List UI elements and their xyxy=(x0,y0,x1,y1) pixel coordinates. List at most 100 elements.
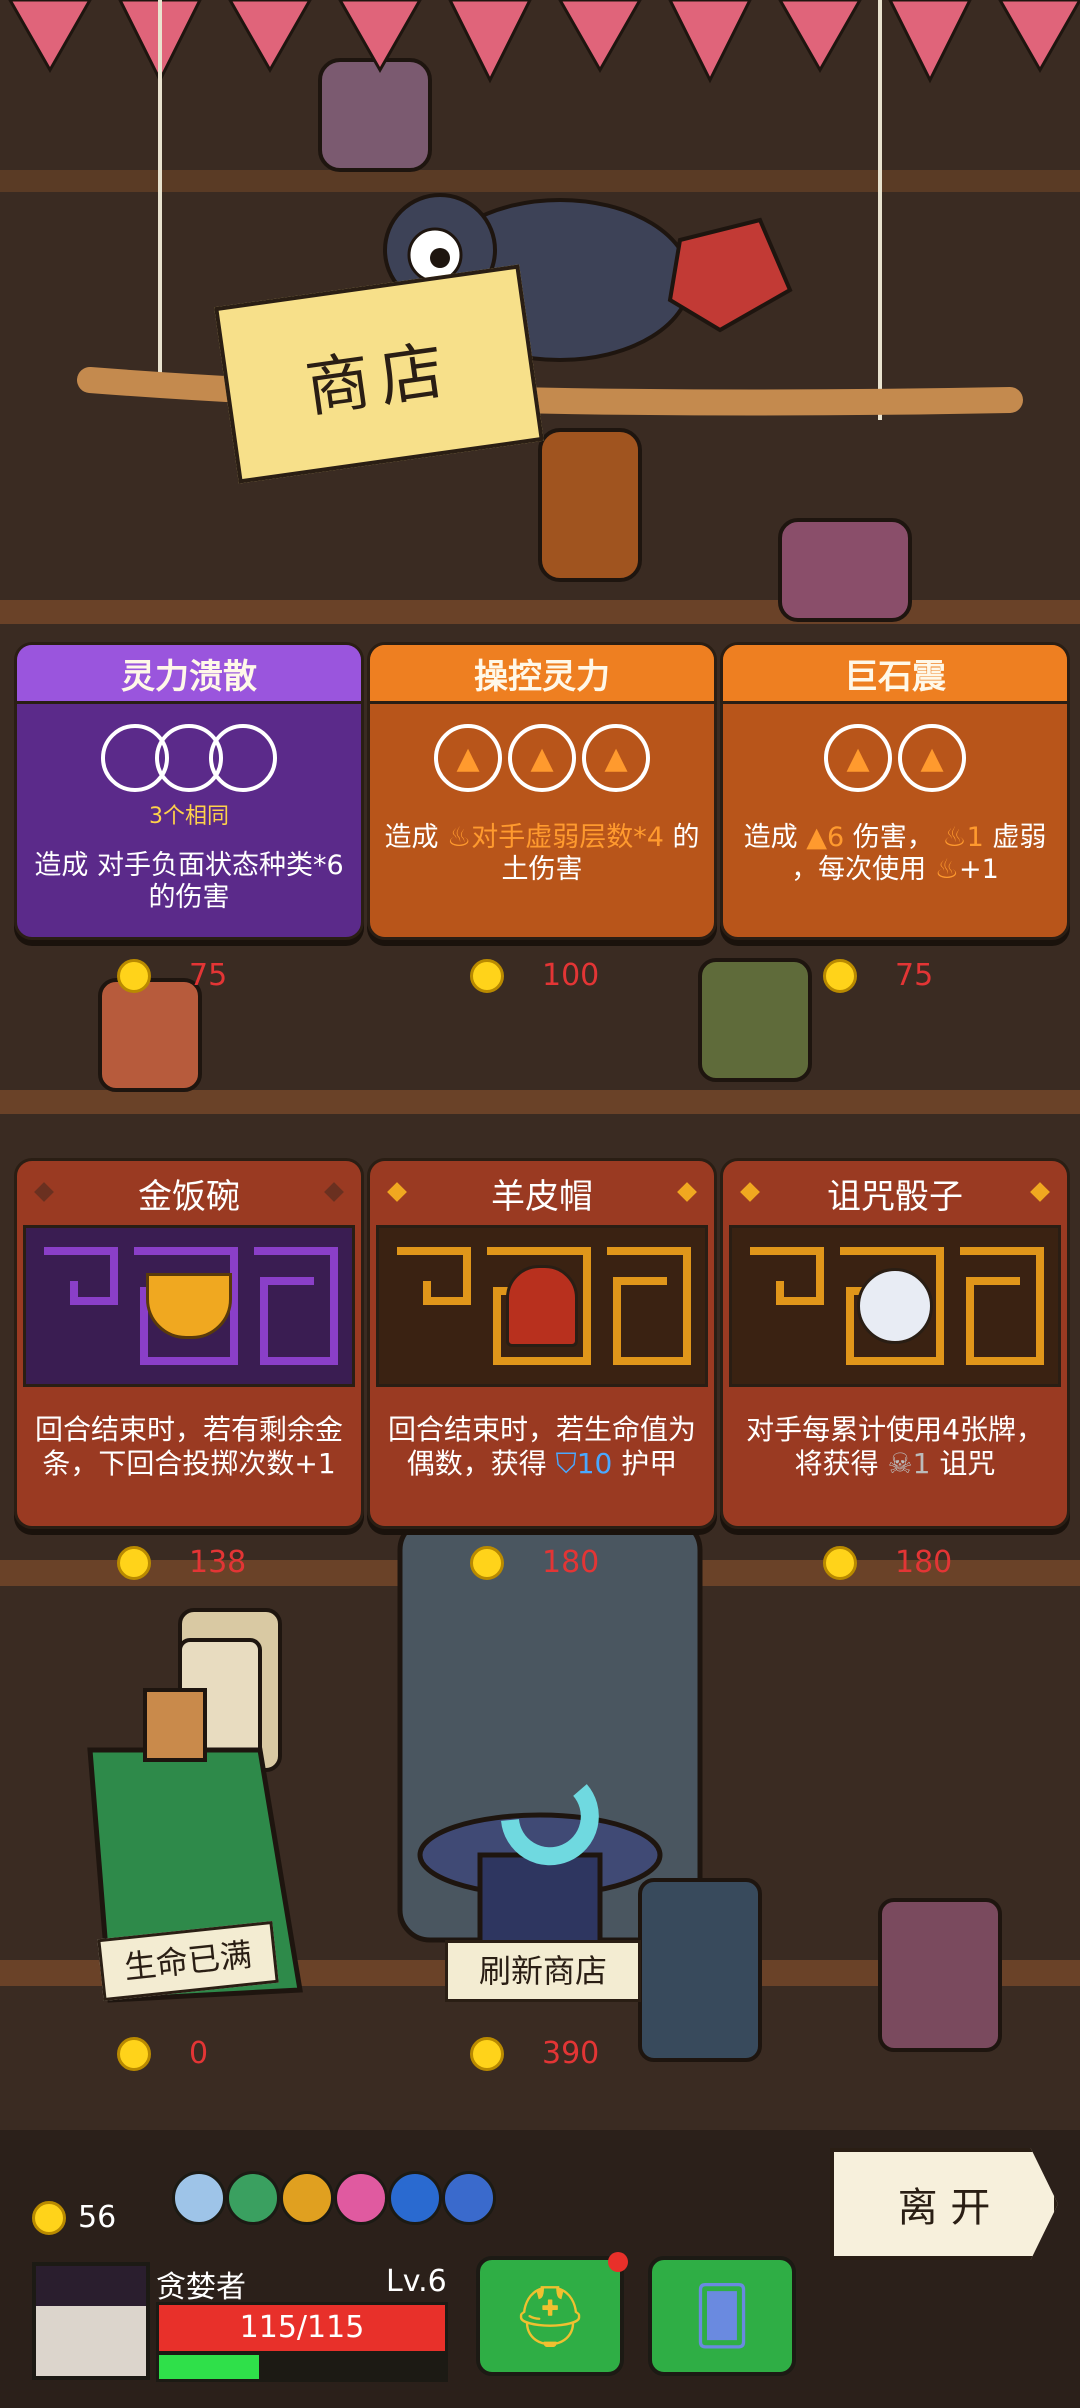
dice-slots xyxy=(27,724,351,792)
weak-icon: ♨ xyxy=(942,822,967,853)
coin-icon xyxy=(470,2036,504,2071)
price-value: 0 xyxy=(189,2036,209,2071)
earth-icon: ▲ xyxy=(806,822,827,853)
leave-button[interactable]: 离 开 xyxy=(830,2148,1058,2260)
shield-icon: ⛉ xyxy=(555,1447,577,1480)
earth-slot-icon: ▲ xyxy=(582,724,650,792)
skill-card-3[interactable]: 巨石震 ▲ ▲ 造成 ▲6 伤害， ♨1 虚弱 ，每次使用 ♨+1 xyxy=(720,642,1070,940)
coin-icon xyxy=(32,2200,66,2235)
skill-card-2-title: 操控灵力 xyxy=(370,645,714,704)
earth-slot-icon: ▲ xyxy=(434,724,502,792)
notification-dot xyxy=(608,2252,628,2272)
relic-card-2[interactable]: 羊皮帽 回合结束时，若生命值为偶数，获得 ⛉10 护甲 xyxy=(367,1158,717,1529)
skill-description: 造成 ▲6 伤害， ♨1 虚弱 ，每次使用 ♨+1 xyxy=(733,822,1057,886)
dice-relic-icon[interactable] xyxy=(172,2171,226,2225)
sheepskin-hat-icon xyxy=(506,1265,578,1347)
diamond-icon xyxy=(1030,1182,1050,1202)
price-value: 75 xyxy=(189,958,228,993)
earth-slot-icon: ▲ xyxy=(508,724,576,792)
desc-text: +1 xyxy=(959,854,999,885)
relic-price-2: 180 xyxy=(470,1545,599,1580)
diamond-icon xyxy=(34,1182,54,1202)
slot-requirement: 3个相同 xyxy=(149,804,229,829)
player-level: Lv.6 xyxy=(386,2264,447,2299)
skill-description: 造成 ♨对手虚弱层数*4 的 土伤害 xyxy=(380,822,704,886)
helmet-icon: ⛑ xyxy=(511,2281,589,2352)
desc-highlight: 1 xyxy=(966,822,984,853)
relic-title: 诅咒骰子 xyxy=(827,1176,963,1217)
xp-bar xyxy=(156,2352,448,2382)
skill-card-1[interactable]: 灵力溃散 3个相同 造成 对手负面状态种类*6 的伤害 xyxy=(14,642,364,940)
skill-price-2: 100 xyxy=(470,958,599,993)
desc-text: 造成 xyxy=(384,822,439,853)
coin-icon xyxy=(117,2036,151,2071)
equipment-button[interactable]: ⛑ xyxy=(476,2252,628,2376)
card-deck-button[interactable]: 🂠 xyxy=(648,2256,796,2376)
witch-hat-icon xyxy=(36,2266,146,2306)
diamond-icon xyxy=(387,1182,407,1202)
xp-bar-fill xyxy=(159,2355,260,2379)
skill-card-3-title: 巨石震 xyxy=(723,645,1067,704)
heal-price: 0 xyxy=(117,2036,208,2071)
leave-label: 离 开 xyxy=(897,2185,991,2231)
relic-title: 金饭碗 xyxy=(138,1176,240,1217)
desc-text: ，每次使用 xyxy=(791,854,927,885)
heal-label: 生命已满 xyxy=(122,1935,254,1987)
price-value: 180 xyxy=(542,1545,600,1580)
coin-icon xyxy=(823,1545,857,1580)
skill-price-3: 75 xyxy=(823,958,933,993)
earth-slot-icon: ▲ xyxy=(898,724,966,792)
gear-dice-relic-icon[interactable] xyxy=(226,2171,280,2225)
desc-text: 虚弱 xyxy=(992,822,1047,853)
player-name: 贪婪者 xyxy=(156,2270,246,2305)
earth-slot-icon: ▲ xyxy=(824,724,892,792)
refresh-price: 390 xyxy=(470,2036,599,2071)
relic-description: 对手每累计使用4张牌，将获得 ☠1 诅咒 xyxy=(723,1387,1067,1481)
relic-card-3[interactable]: 诅咒骰子 对手每累计使用4张牌，将获得 ☠1 诅咒 xyxy=(720,1158,1070,1529)
relic-description: 回合结束时，若生命值为偶数，获得 ⛉10 护甲 xyxy=(370,1387,714,1481)
coin-icon xyxy=(117,958,151,993)
refresh-label: 刷新商店 xyxy=(478,1952,607,1990)
swirl-relic-icon[interactable] xyxy=(334,2171,388,2225)
skull-icon: ☠ xyxy=(887,1447,913,1480)
desc-highlight: 6 xyxy=(826,822,845,853)
desc-text: 造成 xyxy=(743,822,798,853)
relic-card-1[interactable]: 金饭碗 回合结束时，若有剩余金条，下回合投掷次数+1 xyxy=(14,1158,364,1529)
price-value: 75 xyxy=(895,958,934,993)
shop-title: 商店 xyxy=(301,333,459,427)
price-value: 138 xyxy=(189,1545,247,1580)
price-value: 390 xyxy=(542,2036,600,2071)
gold-value: 56 xyxy=(78,2200,117,2235)
skill-card-1-title: 灵力溃散 xyxy=(17,645,361,704)
amulet-relic-icon[interactable] xyxy=(442,2171,496,2225)
relic-image-frame xyxy=(23,1225,355,1387)
weak-icon: ♨ xyxy=(934,854,959,885)
skill-card-2[interactable]: 操控灵力 ▲ ▲ ▲ 造成 ♨对手虚弱层数*4 的 土伤害 xyxy=(367,642,717,940)
relic-price-3: 180 xyxy=(823,1545,952,1580)
relic-price-1: 138 xyxy=(117,1545,246,1580)
explosion-relic-icon[interactable] xyxy=(280,2171,334,2225)
coin-icon xyxy=(470,1545,504,1580)
avatar[interactable] xyxy=(32,2262,150,2380)
dice-slots: ▲ ▲ ▲ xyxy=(380,724,704,792)
weak-icon: ♨ xyxy=(447,822,472,853)
relic-image-frame xyxy=(729,1225,1061,1387)
desc-text: 伤害， xyxy=(852,822,934,853)
flame-hand-relic-icon[interactable] xyxy=(388,2171,442,2225)
coin-icon xyxy=(470,958,504,993)
relic-description: 回合结束时，若有剩余金条，下回合投掷次数+1 xyxy=(34,1413,343,1480)
dice-slots: ▲ ▲ xyxy=(733,724,1057,792)
relic-card-1-header: 金饭碗 xyxy=(17,1161,361,1225)
desc-highlight: 10 xyxy=(576,1447,613,1480)
coin-icon xyxy=(823,958,857,993)
diamond-icon xyxy=(324,1182,344,1202)
relic-card-2-header: 羊皮帽 xyxy=(370,1161,714,1225)
diamond-icon xyxy=(740,1182,760,1202)
desc-text: 护甲 xyxy=(621,1447,678,1480)
cards-icon: 🂠 xyxy=(693,2283,751,2349)
refresh-shop-button[interactable]: 刷新商店 xyxy=(445,1940,641,2002)
desc-text: 诅咒 xyxy=(939,1447,996,1480)
curse-dice-icon xyxy=(857,1268,933,1344)
hp-bar: 115/115 xyxy=(156,2302,448,2354)
coin-icon xyxy=(117,1545,151,1580)
